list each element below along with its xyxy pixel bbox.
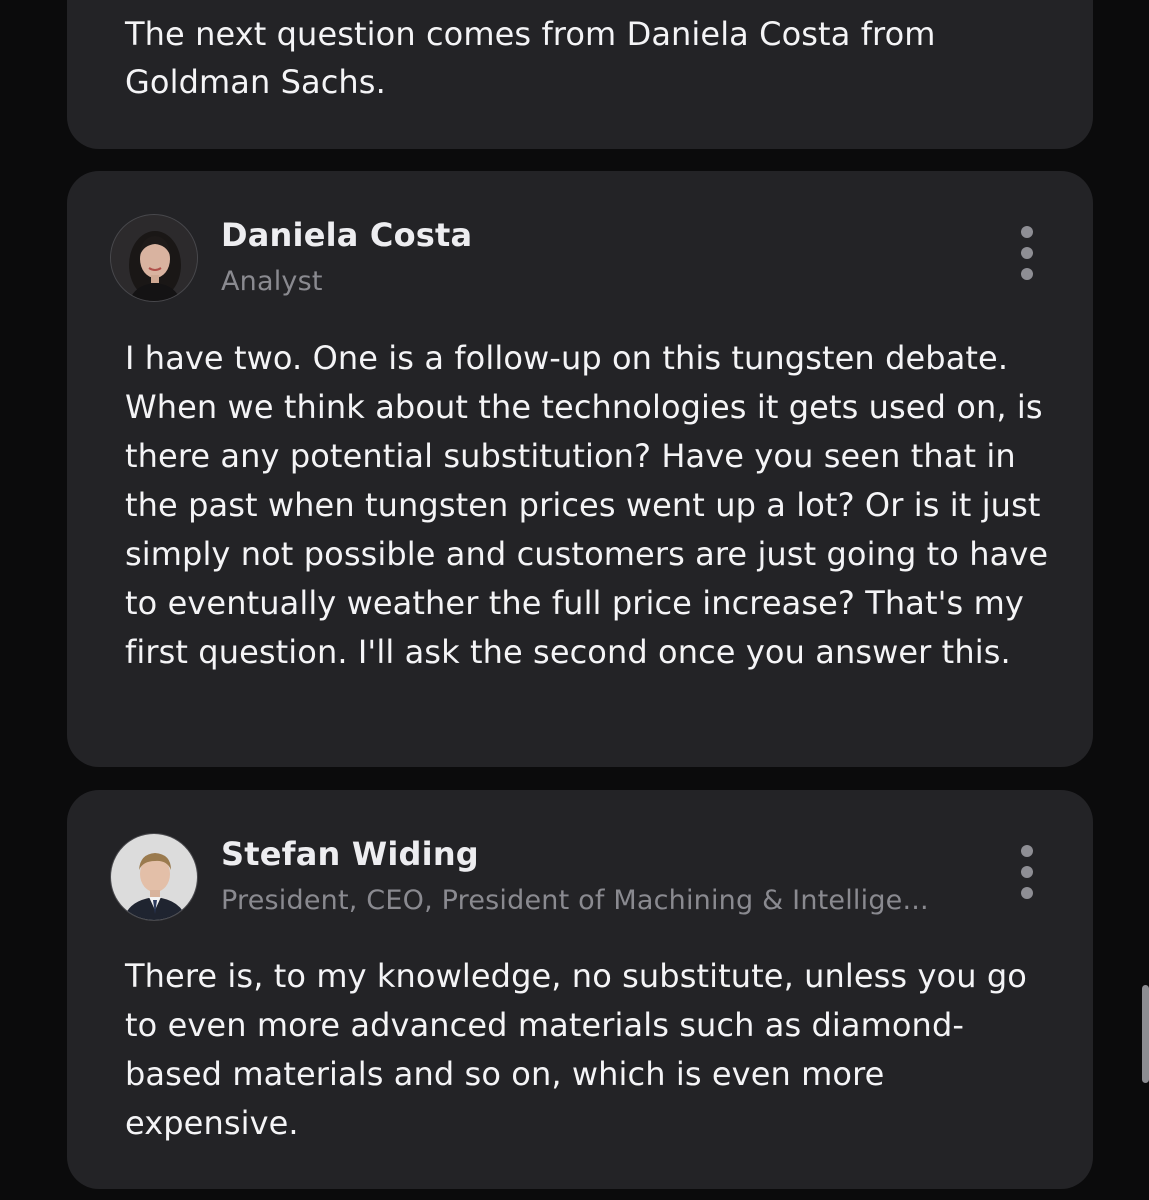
more-vertical-icon — [1021, 247, 1033, 259]
speaker-role: Analyst — [221, 266, 323, 297]
speaker-header: Daniela Costa Analyst — [110, 214, 1093, 306]
more-vertical-icon — [1021, 866, 1033, 878]
speaker-avatar[interactable] — [110, 833, 198, 921]
speaker-name: Daniela Costa — [221, 216, 473, 254]
more-vertical-icon — [1021, 268, 1033, 280]
avatar-photo-icon — [111, 215, 197, 301]
speech-text: There is, to my knowledge, no substitute… — [125, 957, 1027, 1142]
speaker-name: Stefan Widing — [221, 835, 479, 873]
avatar-photo-icon — [111, 834, 197, 920]
speaker-role: President, CEO, President of Machining &… — [221, 885, 929, 916]
more-options-button[interactable] — [1015, 845, 1039, 905]
more-vertical-icon — [1021, 845, 1033, 857]
more-options-button[interactable] — [1015, 226, 1039, 286]
more-vertical-icon — [1021, 887, 1033, 899]
speaker-header: Stefan Widing President, CEO, President … — [110, 833, 1093, 925]
speaker-avatar[interactable] — [110, 214, 198, 302]
operator-message-card: The next question comes from Daniela Cos… — [67, 0, 1093, 149]
operator-text: The next question comes from Daniela Cos… — [125, 15, 936, 101]
speech-text: I have two. One is a follow-up on this t… — [125, 339, 1049, 671]
transcript-entry-card: Stefan Widing President, CEO, President … — [67, 790, 1093, 1189]
transcript-entry-card: Daniela Costa Analyst I have two. One is… — [67, 171, 1093, 767]
more-vertical-icon — [1021, 226, 1033, 238]
scrollbar-thumb[interactable] — [1142, 985, 1149, 1083]
